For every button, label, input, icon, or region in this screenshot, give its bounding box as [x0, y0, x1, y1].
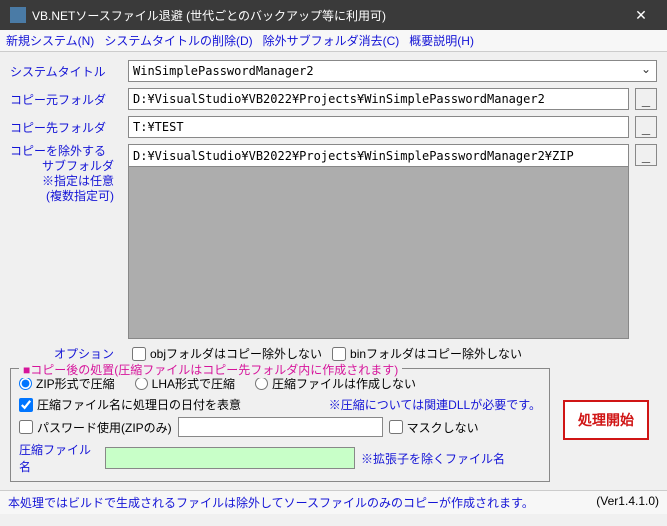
date-in-name-label: 圧縮ファイル名に処理日の日付を表意 [37, 396, 241, 413]
menu-clear-exclude[interactable]: 除外サブフォルダ消去(C) [263, 32, 400, 49]
exclude-folder-input[interactable] [128, 144, 629, 166]
label-exclude-line1: コピーを除外する [10, 144, 122, 159]
label-compress-name: 圧縮ファイル名 [19, 441, 99, 475]
statusbar: 本処理ではビルドで生成されるファイルは除外してソースファイルのみのコピーが作成さ… [0, 490, 667, 514]
start-button[interactable]: 処理開始 [563, 400, 649, 440]
bin-noexclude-label: binフォルダはコピー除外しない [350, 345, 522, 362]
password-checkbox[interactable]: パスワード使用(ZIPのみ) [19, 419, 172, 436]
titlebar: VB.NETソースファイル退避 (世代ごとのバックアップ等に利用可) ✕ [0, 0, 667, 30]
lha-radio-input[interactable] [135, 377, 148, 390]
label-src-folder: コピー元フォルダ [10, 91, 122, 108]
app-icon [10, 7, 26, 23]
label-exclude-line3: ※指定は任意 [10, 174, 122, 189]
label-exclude-line4: (複数指定可) [10, 189, 122, 204]
menu-delete-title[interactable]: システムタイトルの削除(D) [104, 32, 252, 49]
password-checkbox-label: パスワード使用(ZIPのみ) [37, 419, 172, 436]
nomask-checkbox-input[interactable] [389, 420, 403, 434]
exclude-folder-list[interactable] [128, 166, 629, 339]
label-exclude: コピーを除外する サブフォルダ ※指定は任意 (複数指定可) [10, 144, 122, 204]
exclude-folder-browse-button[interactable]: _ [635, 144, 657, 166]
compress-name-input[interactable] [105, 447, 355, 469]
group-title: ■コピー後の処置(圧縮ファイルはコピー先フォルダ内に作成されます) [19, 361, 402, 378]
src-folder-browse-button[interactable]: _ [635, 88, 657, 110]
dll-note: ※圧縮については関連DLLが必要です。 [329, 396, 541, 413]
dst-folder-browse-button[interactable]: _ [635, 116, 657, 138]
system-title-combo[interactable] [128, 60, 657, 82]
post-copy-group: ■コピー後の処置(圧縮ファイルはコピー先フォルダ内に作成されます) ZIP形式で… [10, 368, 550, 482]
window-title: VB.NETソースファイル退避 (世代ごとのバックアップ等に利用可) [32, 7, 621, 24]
status-text: 本処理ではビルドで生成されるファイルは除外してソースファイルのみのコピーが作成さ… [8, 494, 596, 511]
bin-noexclude-checkbox[interactable]: binフォルダはコピー除外しない [332, 345, 522, 362]
obj-noexclude-checkbox[interactable]: objフォルダはコピー除外しない [132, 345, 322, 362]
date-in-name-input[interactable] [19, 398, 33, 412]
nomask-checkbox-label: マスクしない [407, 419, 479, 436]
nomask-checkbox[interactable]: マスクしない [389, 419, 479, 436]
src-folder-input[interactable] [128, 88, 629, 110]
password-checkbox-input[interactable] [19, 420, 33, 434]
menu-new-system[interactable]: 新規システム(N) [6, 32, 94, 49]
none-radio-input[interactable] [255, 377, 268, 390]
label-exclude-line2: サブフォルダ [10, 159, 122, 174]
version-text: (Ver1.4.1.0) [596, 494, 659, 511]
ext-note: ※拡張子を除くファイル名 [361, 450, 505, 467]
close-button[interactable]: ✕ [621, 0, 661, 30]
dst-folder-input[interactable] [128, 116, 629, 138]
label-system-title: システムタイトル [10, 63, 122, 80]
obj-noexclude-label: objフォルダはコピー除外しない [150, 345, 322, 362]
date-in-name-checkbox[interactable]: 圧縮ファイル名に処理日の日付を表意 [19, 396, 241, 413]
bin-noexclude-input[interactable] [332, 347, 346, 361]
menubar: 新規システム(N) システムタイトルの削除(D) 除外サブフォルダ消去(C) 概… [0, 30, 667, 52]
label-dst-folder: コピー先フォルダ [10, 119, 122, 136]
label-option: オプション [10, 345, 122, 362]
zip-radio-input[interactable] [19, 377, 32, 390]
menu-help[interactable]: 概要説明(H) [409, 32, 474, 49]
password-input[interactable] [178, 417, 383, 437]
obj-noexclude-input[interactable] [132, 347, 146, 361]
